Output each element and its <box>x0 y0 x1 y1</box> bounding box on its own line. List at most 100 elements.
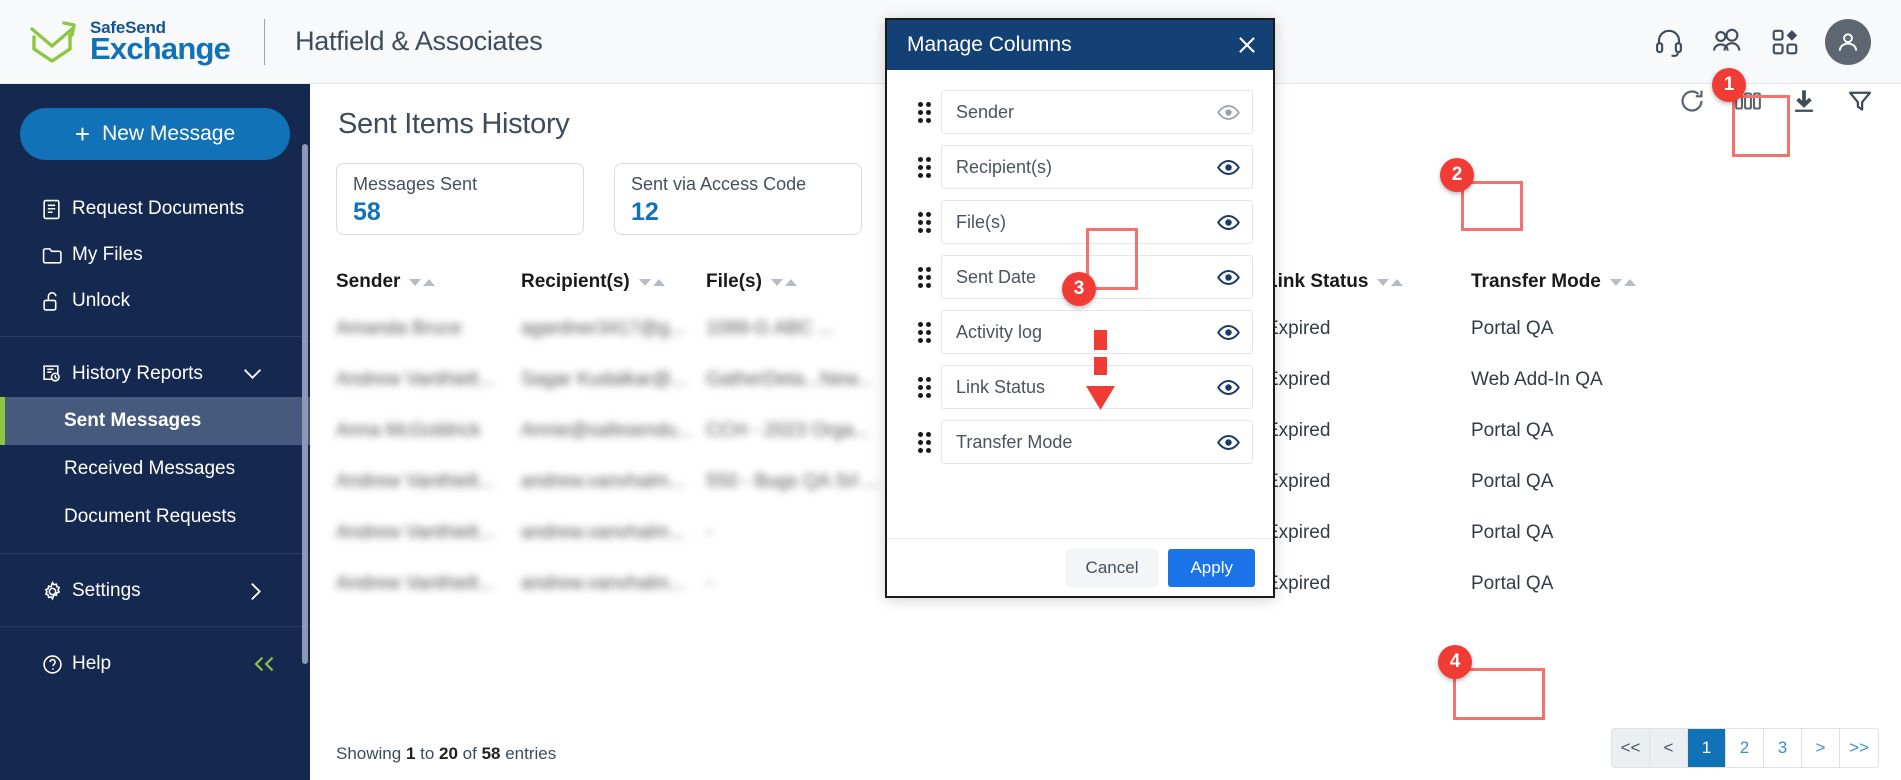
cell-link-status: Expired <box>1266 572 1331 594</box>
eye-icon[interactable] <box>1217 159 1240 176</box>
sort-icon[interactable] <box>1609 278 1636 286</box>
chevron-down-icon <box>243 368 262 380</box>
sidebar-item-help[interactable]: Help <box>0 641 310 687</box>
sidebar-label: Document Requests <box>64 506 237 527</box>
drag-handle-icon[interactable] <box>907 431 941 453</box>
cell-transfer-mode: Portal QA <box>1471 317 1554 339</box>
apply-button[interactable]: Apply <box>1168 548 1255 587</box>
cell-recipient: Annie@safesendu... <box>521 419 693 441</box>
column-item[interactable]: Transfer Mode <box>941 420 1253 464</box>
cell-sender: Andrew Vanthielt... <box>336 470 495 492</box>
sidebar-item-document-requests[interactable]: Document Requests <box>0 493 310 541</box>
column-header-transfer-mode[interactable]: Transfer Mode <box>1471 271 1731 293</box>
new-message-label: New Message <box>102 122 236 145</box>
headset-icon[interactable] <box>1651 24 1687 60</box>
pagination: << < 1 2 3 > >> <box>1611 728 1879 768</box>
eye-icon[interactable] <box>1217 269 1240 286</box>
column-name: Activity log <box>956 321 1043 342</box>
filter-icon[interactable] <box>1845 86 1875 116</box>
sidebar-item-request-documents[interactable]: Request Documents <box>0 186 310 232</box>
pagination-page-3[interactable]: 3 <box>1764 729 1802 767</box>
pagination-first[interactable]: << <box>1612 729 1650 767</box>
cell-sender: Andrew Vanthielt... <box>336 521 495 543</box>
sidebar-primary-group: Request Documents My Files Unlock <box>0 160 310 336</box>
sidebar-scrollbar[interactable] <box>302 144 308 664</box>
sidebar-item-sent-messages[interactable]: Sent Messages <box>0 397 310 445</box>
eye-icon[interactable] <box>1217 379 1240 396</box>
cell-transfer-mode: Portal QA <box>1471 470 1554 492</box>
double-chevron-left-icon[interactable] <box>252 656 276 672</box>
pagination-prev[interactable]: < <box>1650 729 1688 767</box>
pagination-page-1[interactable]: 1 <box>1688 729 1726 767</box>
annotation-badge-2: 2 <box>1440 158 1474 192</box>
stat-card-access-code: Sent via Access Code 12 <box>614 163 862 235</box>
header-actions <box>1651 18 1901 65</box>
sidebar-item-history-reports[interactable]: History Reports <box>0 351 310 397</box>
sort-icon[interactable] <box>770 278 797 286</box>
pagination-page-2[interactable]: 2 <box>1726 729 1764 767</box>
sort-icon[interactable] <box>409 278 436 286</box>
sort-icon[interactable] <box>638 278 665 286</box>
drag-handle-icon[interactable] <box>907 156 941 178</box>
avatar[interactable] <box>1825 18 1871 65</box>
column-row-recipients: Recipient(s) <box>907 145 1253 189</box>
column-header-link-status[interactable]: Link Status <box>1266 271 1471 293</box>
column-item[interactable]: Sender <box>941 90 1253 134</box>
column-header-recipients[interactable]: Recipient(s) <box>521 271 706 293</box>
brand-logo-area[interactable]: SafeSend Exchange <box>0 19 231 66</box>
cell-transfer-mode: Portal QA <box>1471 419 1554 441</box>
sidebar-label: History Reports <box>72 363 203 384</box>
pagination-last[interactable]: >> <box>1840 729 1878 767</box>
plus-icon: + <box>74 119 91 149</box>
refresh-icon[interactable] <box>1677 86 1707 116</box>
eye-icon[interactable] <box>1217 214 1240 231</box>
sidebar-label: Unlock <box>72 290 131 311</box>
showing-total: 58 <box>481 744 501 763</box>
sidebar-help-group: Help <box>0 627 310 699</box>
stat-value: 58 <box>353 198 381 226</box>
drag-handle-icon[interactable] <box>907 321 941 343</box>
download-icon[interactable] <box>1789 86 1819 116</box>
eye-icon[interactable] <box>1217 434 1240 451</box>
sidebar-label: Request Documents <box>72 198 245 219</box>
brand-name-line2: Exchange <box>90 31 231 66</box>
apps-grid-icon[interactable] <box>1767 24 1803 60</box>
sidebar-navigation: + New Message Request Documents My Files… <box>0 84 310 780</box>
drag-handle-icon[interactable] <box>907 266 941 288</box>
cancel-button[interactable]: Cancel <box>1065 548 1159 587</box>
drag-handle-icon[interactable] <box>907 211 941 233</box>
cell-recipient: agardner3417@g... <box>521 317 686 339</box>
unlock-icon <box>42 291 72 312</box>
drag-handle-icon[interactable] <box>907 101 941 123</box>
column-row-files: File(s) <box>907 200 1253 244</box>
eye-icon[interactable] <box>1217 324 1240 341</box>
sort-icon[interactable] <box>1377 278 1404 286</box>
sidebar-item-received-messages[interactable]: Received Messages <box>0 445 310 493</box>
pagination-next[interactable]: > <box>1802 729 1840 767</box>
annotation-badge-1: 1 <box>1712 68 1746 102</box>
column-row-transfer-mode: Transfer Mode <box>907 420 1253 464</box>
document-icon <box>42 199 72 220</box>
close-icon[interactable] <box>1235 33 1259 57</box>
application-root: SafeSend Exchange Hatfield & Associates <box>0 0 1901 780</box>
sidebar-item-my-files[interactable]: My Files <box>0 232 310 278</box>
eye-icon[interactable] <box>1217 104 1240 121</box>
sidebar-label: Help <box>72 653 112 674</box>
cell-link-status: Expired <box>1266 470 1331 492</box>
showing-mid2: of <box>457 744 482 763</box>
column-label: Transfer Mode <box>1471 271 1601 292</box>
cell-link-status: Expired <box>1266 521 1331 543</box>
cell-transfer-mode: Portal QA <box>1471 521 1554 543</box>
annotation-badge-4: 4 <box>1438 645 1472 679</box>
sidebar-item-unlock[interactable]: Unlock <box>0 278 310 324</box>
column-label: Sender <box>336 271 401 292</box>
drag-handle-icon[interactable] <box>907 376 941 398</box>
users-icon[interactable] <box>1709 24 1745 60</box>
sidebar-label: Received Messages <box>64 458 236 479</box>
column-item[interactable]: Recipient(s) <box>941 145 1253 189</box>
sidebar-item-settings[interactable]: Settings <box>0 568 310 614</box>
annotation-box-1 <box>1732 95 1790 157</box>
column-header-sender[interactable]: Sender <box>336 271 521 293</box>
new-message-button[interactable]: + New Message <box>20 108 290 160</box>
cell-transfer-mode: Web Add-In QA <box>1471 368 1603 390</box>
